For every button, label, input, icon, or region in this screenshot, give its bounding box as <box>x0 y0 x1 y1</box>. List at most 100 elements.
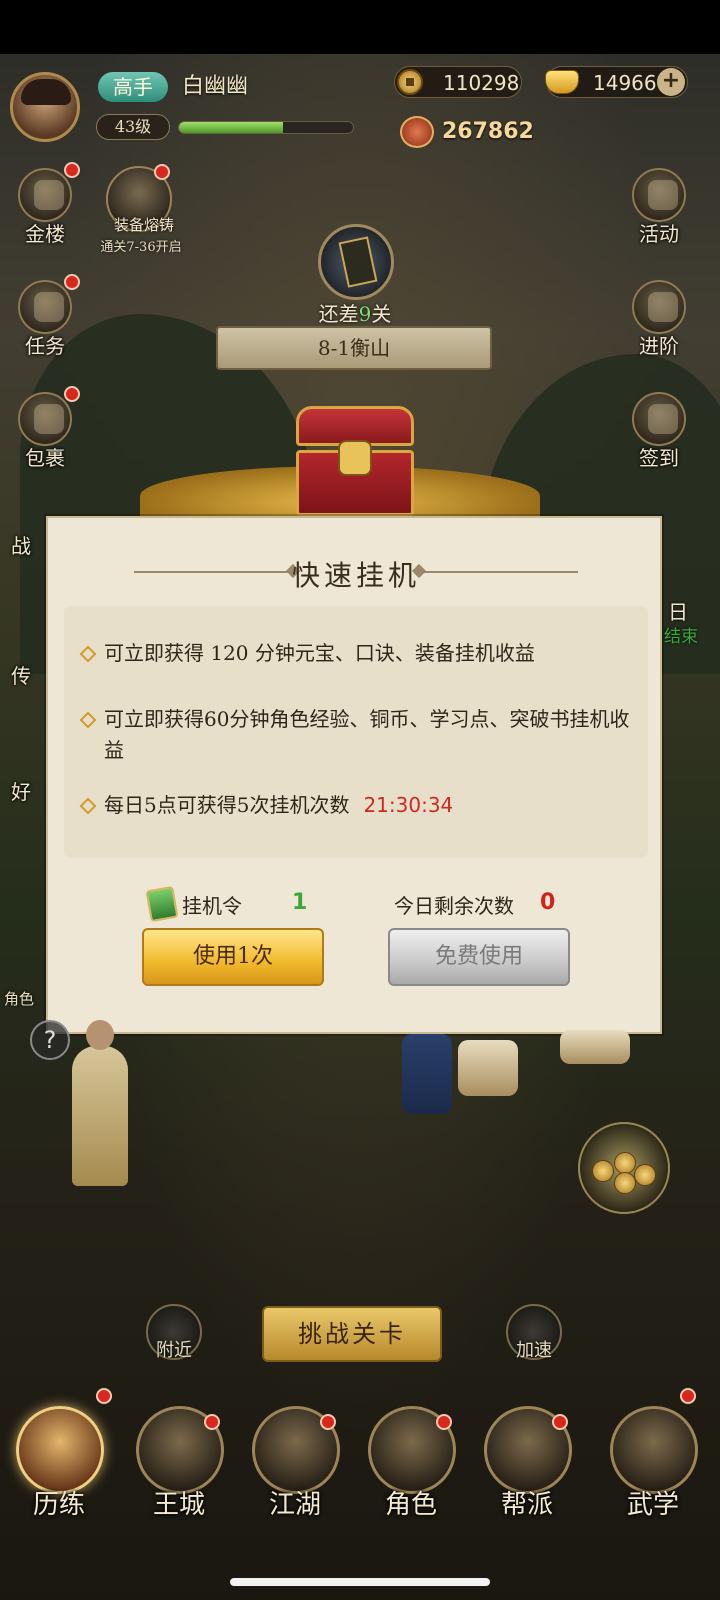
scroll-stack-icon <box>610 1406 698 1494</box>
scroll-icon <box>648 292 678 322</box>
notification-dot <box>64 162 80 178</box>
hero-portrait-icon <box>16 1406 104 1494</box>
idle-token-label: 挂机令 <box>182 894 242 918</box>
copper-display[interactable]: 110298 <box>394 66 522 98</box>
role-partial-label: 角色 <box>4 990 35 1008</box>
challenge-stage-button[interactable]: 挑战关卡 <box>262 1306 442 1362</box>
reward-bullet-2: 可立即获得60分钟角色经验、铜币、学习点、突破书挂机收益 <box>79 704 638 766</box>
calendar-icon <box>648 404 678 434</box>
reset-timer: 21:30:34 <box>363 793 454 817</box>
remain-number: 9 <box>358 302 372 326</box>
stage-name-plate: 8-1衡山 <box>216 326 492 370</box>
nav-training-label: 历练 <box>32 1490 85 1520</box>
daily-partial-label: 日 <box>668 600 688 624</box>
gold-value: 14966 <box>593 71 657 95</box>
enemy-group <box>560 1030 630 1064</box>
nav-guild[interactable]: 帮派 <box>472 1396 582 1526</box>
exp-bar-fill <box>179 122 284 133</box>
remain-prefix: 还差 <box>318 302 359 326</box>
quest-button[interactable]: 任务 <box>16 274 80 358</box>
help-button[interactable]: ? <box>30 1020 70 1060</box>
nav-martial-arts-label: 武学 <box>626 1490 679 1520</box>
level-label: 43级 <box>96 114 170 140</box>
reward-text-1: 可立即获得 120 分钟元宝、口诀、装备挂机收益 <box>104 641 535 665</box>
idle-token-icon <box>145 885 179 923</box>
notification-dot <box>552 1414 568 1430</box>
notification-dot <box>64 386 80 402</box>
coin-icon <box>614 1172 636 1194</box>
player-name: 白幽幽 <box>182 74 249 99</box>
game-screen: 高手 白幽幽 43级 110298 14966 + 267862 金楼 任务 包… <box>0 0 720 1600</box>
remaining-today-count: 0 <box>540 890 556 915</box>
nearby-label: 附近 <box>156 1340 192 1361</box>
nav-martial-arts[interactable]: 武学 <box>598 1388 708 1526</box>
friend-button[interactable]: 好 <box>0 756 46 834</box>
nav-character[interactable]: 角色 <box>356 1396 466 1526</box>
sign-in-button[interactable]: 签到 <box>630 392 688 470</box>
add-gold-button[interactable]: + <box>657 68 685 96</box>
bag-button[interactable]: 包裹 <box>16 386 80 470</box>
gold-display[interactable]: 14966 + <box>545 66 688 98</box>
use-once-button[interactable]: 使用1次 <box>142 928 324 986</box>
status-bar <box>0 0 720 54</box>
nav-jianghu-label: 江湖 <box>268 1490 321 1520</box>
rank-badge: 高手 <box>98 72 168 102</box>
notification-dot <box>204 1414 220 1430</box>
title-divider-right <box>418 571 578 573</box>
bag-icon <box>34 404 64 434</box>
reward-bullet-1: 可立即获得 120 分钟元宝、口诀、装备挂机收益 <box>79 638 638 669</box>
player-character <box>402 1034 452 1114</box>
quick-idle-dialog: 快速挂机 可立即获得 120 分钟元宝、口诀、装备挂机收益 可立即获得60分钟角… <box>46 516 662 1034</box>
copper-value: 110298 <box>443 71 520 95</box>
free-use-button[interactable]: 免费使用 <box>388 928 570 986</box>
idle-token-count: 1 <box>292 890 308 915</box>
flag-icon <box>34 292 64 322</box>
player-avatar[interactable] <box>10 72 80 142</box>
battle-button[interactable]: 战 <box>0 504 46 582</box>
dialog-title: 快速挂机 <box>291 559 420 592</box>
notification-dot <box>64 274 80 290</box>
stage-reward-medal[interactable] <box>318 224 394 300</box>
sign-in-label: 签到 <box>639 446 679 470</box>
nav-royal-city[interactable]: 王城 <box>124 1396 234 1526</box>
event-label: 活动 <box>639 222 679 246</box>
copper-coin-icon <box>397 69 423 95</box>
gold-ingot-icon <box>545 70 579 94</box>
nav-royal-city-label: 王城 <box>152 1490 205 1520</box>
nav-character-label: 角色 <box>384 1490 437 1520</box>
remain-suffix: 关 <box>371 302 392 326</box>
coin-icon <box>592 1160 614 1182</box>
gold-tower-button[interactable]: 金楼 <box>16 162 80 246</box>
home-indicator[interactable] <box>230 1578 490 1586</box>
equip-forge-title: 装备熔铸 <box>113 216 174 234</box>
nav-training[interactable]: 历练 <box>4 1388 114 1526</box>
accelerate-label: 加速 <box>516 1340 552 1361</box>
reward-info-box: 可立即获得 120 分钟元宝、口诀、装备挂机收益 可立即获得60分钟角色经验、铜… <box>64 606 648 858</box>
stage-remaining: 还差9关 <box>270 298 440 327</box>
monk-npc <box>72 1020 128 1186</box>
idle-reward-bubble[interactable] <box>578 1122 670 1214</box>
quest-label: 任务 <box>25 334 65 358</box>
power-icon <box>400 116 434 148</box>
power-value: 267862 <box>442 119 534 144</box>
reward-text-3: 每日5点可获得5次挂机次数 <box>104 793 350 817</box>
remaining-today-label: 今日剩余次数 <box>394 894 514 918</box>
equip-forge-unlock: 通关7-36开启 <box>100 240 182 255</box>
treasure-chest-image <box>296 406 414 516</box>
notification-dot <box>436 1414 452 1430</box>
notification-dot <box>154 164 170 180</box>
enemy-group <box>458 1040 518 1096</box>
exp-bar <box>178 121 354 134</box>
gong-icon <box>648 180 678 210</box>
reward-bullet-3: 每日5点可获得5次挂机次数 21:30:34 <box>79 790 638 821</box>
event-button[interactable]: 活动 <box>630 168 688 246</box>
tower-icon <box>34 180 64 210</box>
advance-button[interactable]: 进阶 <box>630 280 688 358</box>
notification-dot <box>96 1388 112 1404</box>
notification-dot <box>320 1414 336 1430</box>
nav-jianghu[interactable]: 江湖 <box>240 1396 350 1526</box>
reward-text-2: 可立即获得60分钟角色经验、铜币、学习点、突破书挂机收益 <box>104 707 630 762</box>
nav-guild-label: 帮派 <box>500 1490 553 1520</box>
advance-label: 进阶 <box>639 334 679 358</box>
legend-button[interactable]: 传 <box>0 640 46 718</box>
